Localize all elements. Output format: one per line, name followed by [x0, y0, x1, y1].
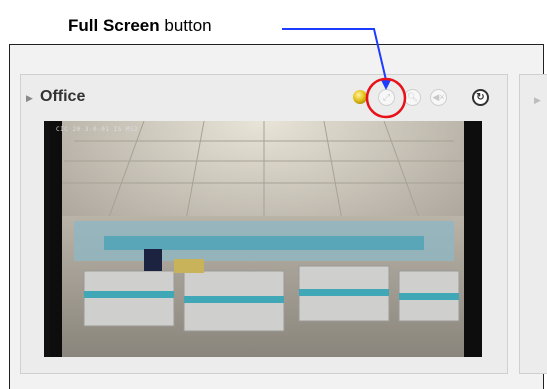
callout-arrow: [282, 28, 387, 81]
callout-overlay: [282, 28, 407, 119]
callout-arrowhead: [381, 80, 391, 90]
